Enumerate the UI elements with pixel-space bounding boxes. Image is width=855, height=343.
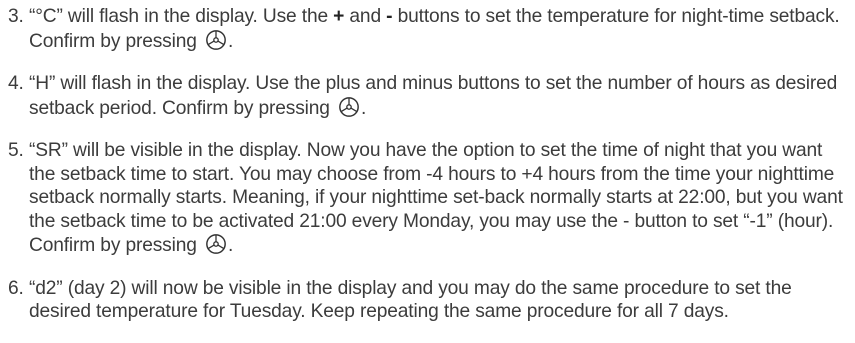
confirm-dial-icon <box>338 96 360 118</box>
step-text-end: . <box>227 235 234 256</box>
step-text: “°C” will flash in the display. Use the <box>29 6 334 27</box>
step-number: 3. <box>8 6 24 27</box>
step-text: and <box>344 6 387 27</box>
step-text-end: . <box>227 30 234 52</box>
step-text: “H” will flash in the display. Use the p… <box>29 73 838 119</box>
step-text: “d2” (day 2) will now be visible in the … <box>29 277 792 323</box>
step-number: 4. <box>8 73 24 94</box>
step-number: 6. <box>8 277 24 299</box>
step-4: 4. “H” will flash in the display. Use th… <box>8 72 848 120</box>
plus-symbol: + <box>333 6 345 27</box>
instruction-list: 3. “°C” will flash in the display. Use t… <box>8 5 848 343</box>
step-text-end: . <box>361 97 367 119</box>
confirm-dial-icon <box>205 29 227 51</box>
confirm-dial-icon <box>205 233 227 255</box>
step-number: 5. <box>8 140 24 161</box>
step-3: 3. “°C” will flash in the display. Use t… <box>8 5 848 53</box>
step-6: 6. “d2” (day 2) will now be visible in t… <box>8 277 848 324</box>
step-text: “SR” will be visible in the display. Now… <box>29 140 843 256</box>
step-5: 5. “SR” will be visible in the display. … <box>8 139 848 258</box>
